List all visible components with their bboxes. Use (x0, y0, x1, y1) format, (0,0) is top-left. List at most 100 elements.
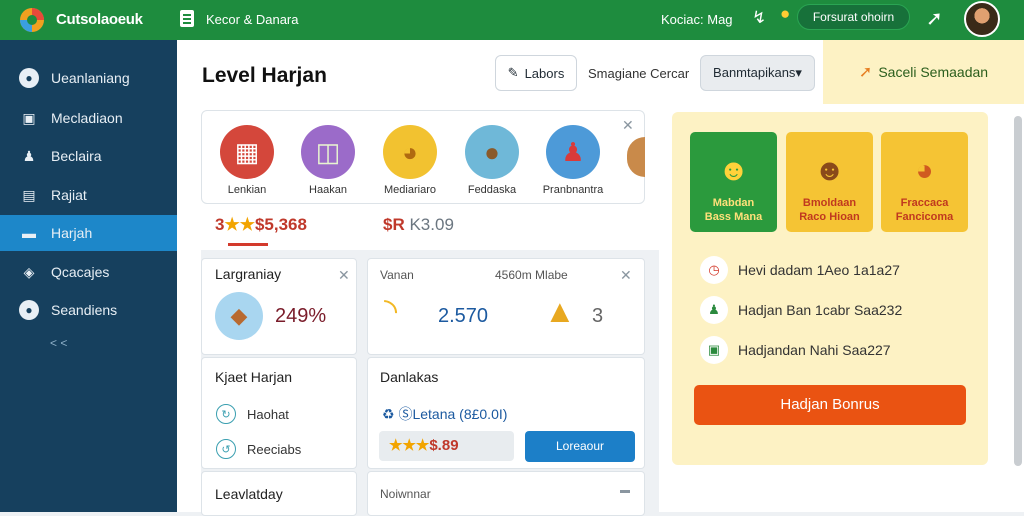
money-icon: ▣ (700, 336, 728, 364)
card-danlakas[interactable]: Danlakas ♻ ⓈLetana (8£0.0I) ★★★$.89 Lore… (367, 357, 645, 469)
promo-row-label: Hadjan Ban 1cabr Saa232 (738, 302, 903, 318)
sidebar-item-5[interactable]: ▬ Harjah (0, 215, 177, 251)
card-noiwnnar[interactable]: Noiwnnar ▬ (367, 471, 645, 516)
box-icon: ◫ (301, 125, 355, 179)
page-title: Level Harjan (202, 64, 327, 87)
person-icon: ♟ (546, 125, 600, 179)
rocket-icon[interactable]: ➚ (926, 6, 943, 31)
game-name: Mabdan Bass Mana (704, 197, 763, 223)
card-title: Leavlatday (215, 486, 283, 502)
price-pill: ★★★$.89 (379, 431, 514, 461)
tablet-icon: ▣ (22, 109, 36, 126)
user-icon: ♟ (700, 296, 728, 324)
bear-icon: ☻ (813, 154, 846, 187)
category-item[interactable]: ◕ Mediariaro (375, 125, 445, 196)
category-item[interactable]: ◫ Haakan (293, 125, 363, 196)
category-label: Pranbnantra (542, 184, 604, 196)
category-item[interactable]: ● Feddaska (457, 125, 527, 196)
price-a: 3★★$5,368 (215, 215, 307, 235)
pencil-icon: ✎ (507, 65, 519, 80)
calendar-icon: ▤ (22, 186, 36, 203)
refresh-icon: ↺ (216, 439, 236, 459)
bolt-icon[interactable]: ↯ (752, 8, 766, 28)
shop-icon: ▦ (220, 125, 274, 179)
document-icon (180, 10, 194, 27)
labels-button-label: Labors (524, 65, 565, 81)
pot-icon: ◕ (915, 154, 934, 187)
pillow-icon: ◆ (215, 292, 263, 340)
game-name: Fraccaca Fancicoma (895, 197, 954, 223)
game-tile[interactable]: ☻ Mabdan Bass Mana (690, 132, 777, 232)
labels-button[interactable]: ✎ Labors (495, 55, 577, 91)
sidebar-collapse[interactable]: < < (50, 336, 67, 350)
avatar[interactable] (964, 1, 1000, 37)
sidebar-item-label: Seandiens (51, 302, 118, 318)
promo-row[interactable]: ◷ Hevi dadam 1Aeo 1a1a27 (700, 256, 970, 286)
sidebar-item-4[interactable]: ▤ Rajiat (0, 177, 177, 213)
card-title: Kjaet Harjan (215, 369, 293, 385)
sidebar-item-6[interactable]: ◈ Qcacajes (0, 254, 177, 290)
game-name: Bmoldaan Raco Hioan (799, 197, 860, 223)
recycle-link-label: ⓈLetana (8£0.0I) (398, 406, 508, 422)
price-a-value: $5,368 (254, 215, 307, 234)
card-title: Danlakas (380, 369, 439, 385)
card-leavlatday[interactable]: Leavlatday (201, 471, 357, 516)
card-row[interactable]: Haohat (247, 407, 289, 422)
promo-header[interactable]: ➚ Saceli Semaadan (823, 40, 1024, 104)
top-status: Kociac: Mag (661, 12, 733, 27)
header-text: Smagiane Cercar (588, 66, 690, 81)
sidebar-item-7[interactable]: ● Seandiens (0, 292, 177, 328)
sidebar: ● Ueanlaniang ▣ Mecladiaon ♟ Beclaira ▤ … (0, 40, 177, 512)
sidebar-item-label: Qcacajes (51, 264, 110, 280)
category-item[interactable]: ♟ Pranbnantra (538, 125, 608, 196)
history-icon: ↻ (216, 404, 236, 424)
cards-grid: Largraniay ✕ ◆ 249% Vanan 4560m Mlabe ✕ … (201, 250, 659, 516)
clock-icon: ◷ (700, 256, 728, 284)
bonus-button[interactable]: Hadjan Bonrus (694, 385, 966, 425)
promo-header-label: Saceli Semaadan (878, 64, 989, 80)
user-icon: ♟ (22, 147, 36, 164)
scrollbar[interactable] (1014, 116, 1022, 466)
app-logo-icon[interactable] (18, 6, 46, 34)
card-value: 249% (275, 305, 327, 327)
sidebar-item-label: Rajiat (51, 187, 87, 203)
sidebar-item-1[interactable]: ● Ueanlaniang (0, 60, 177, 96)
sidebar-item-label: Mecladiaon (51, 110, 123, 126)
top-title[interactable]: Kecor & Danara (206, 12, 299, 27)
sidebar-item-label: Harjah (51, 225, 93, 241)
sidebar-item-2[interactable]: ▣ Mecladiaon (0, 100, 177, 136)
menu-icon[interactable]: ▬ (620, 485, 630, 496)
tag-icon: ◈ (23, 263, 35, 280)
price-pill-value: $.89 (429, 437, 459, 454)
header-select[interactable]: Banmtapikans▾ (700, 55, 815, 91)
top-action-button[interactable]: Forsurat ohoirn (797, 4, 910, 30)
primary-button[interactable]: Loreaour (525, 431, 635, 462)
card-row[interactable]: Reeciabs (247, 442, 301, 457)
sidebar-item-label: Ueanlaniang (51, 70, 130, 86)
bowl-icon: ◕ (383, 125, 437, 179)
star-icon: ★★ (224, 215, 255, 234)
category-item[interactable]: ▦ Lenkian (212, 125, 282, 196)
game-tile[interactable]: ◕ Fraccaca Fancicoma (881, 132, 968, 232)
sidebar-item-3[interactable]: ♟ Beclaira (0, 138, 177, 174)
close-icon[interactable]: ✕ (622, 117, 634, 134)
category-label: Mediariaro (384, 184, 436, 196)
game-tile[interactable]: ☻ Bmoldaan Raco Hioan (786, 132, 873, 232)
pin-icon[interactable]: ● (780, 4, 790, 24)
scroll-peek-item[interactable] (627, 137, 645, 177)
card-title: Largraniay (215, 266, 282, 282)
animals-icon: ● (465, 125, 519, 179)
promo-row-label: Hevi dadam 1Aeo 1a1a27 (738, 262, 900, 278)
app-brand[interactable]: Cutsolaoeuk (56, 11, 143, 28)
card-icon: ▬ (22, 225, 36, 241)
info-icon: ● (19, 300, 39, 320)
category-label: Haakan (309, 184, 347, 196)
promo-panel: ☻ Mabdan Bass Mana ☻ Bmoldaan Raco Hioan… (672, 112, 988, 465)
close-icon[interactable]: ✕ (338, 267, 350, 284)
card-title: Noiwnnar (380, 487, 431, 501)
promo-row[interactable]: ▣ Hadjandan Nahi Saa227 (700, 336, 970, 366)
card-kjaet-harjan[interactable]: Kjaet Harjan ↻ Haohat ↺ Reeciabs (201, 357, 357, 469)
promo-row[interactable]: ♟ Hadjan Ban 1cabr Saa232 (700, 296, 970, 326)
card-largraniay[interactable]: Largraniay ✕ ◆ 249% (201, 258, 357, 355)
recycle-link[interactable]: ♻ ⓈLetana (8£0.0I) (382, 404, 507, 424)
